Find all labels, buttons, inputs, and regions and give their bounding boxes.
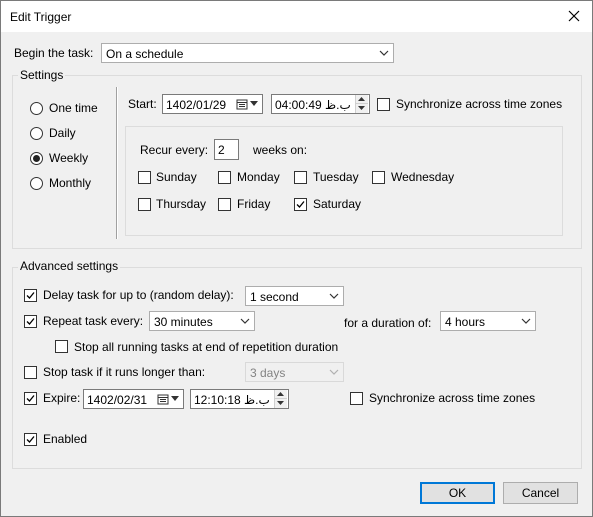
cancel-button[interactable]: Cancel	[503, 482, 578, 504]
enabled-checkbox[interactable]	[24, 433, 37, 446]
checkmark-icon	[296, 201, 305, 208]
close-button[interactable]	[560, 3, 588, 29]
checkmark-icon	[26, 292, 35, 299]
advanced-settings-label: Advanced settings	[18, 259, 121, 273]
start-label: Start:	[128, 97, 157, 111]
delay-value: 1 second	[250, 290, 299, 304]
recur-every-value: 2	[218, 143, 225, 157]
radio-monthly[interactable]	[30, 177, 43, 190]
edit-trigger-dialog: Edit Trigger Begin the task: On a schedu…	[0, 0, 593, 517]
repeat-label: Repeat task every:	[43, 314, 144, 328]
day-saturday-label: Saturday	[313, 197, 362, 211]
stop-longer-checkbox[interactable]	[24, 366, 37, 379]
day-saturday-checkbox[interactable]	[294, 198, 307, 211]
day-monday-checkbox[interactable]	[218, 171, 231, 184]
settings-divider-highlight	[117, 87, 118, 239]
radio-daily[interactable]	[30, 127, 43, 140]
ok-button[interactable]: OK	[420, 482, 495, 504]
enabled-label: Enabled	[43, 432, 88, 446]
title-bar: Edit Trigger	[1, 1, 592, 32]
start-time-value: 04:00:49 ب.ظ	[275, 98, 351, 112]
begin-task-label: Begin the task:	[14, 46, 94, 60]
radio-monthly-label: Monthly	[49, 176, 92, 190]
checkmark-icon	[26, 395, 35, 402]
checkmark-icon	[26, 436, 35, 443]
delay-label: Delay task for up to (random delay):	[43, 288, 234, 302]
spin-down-icon	[277, 401, 284, 405]
day-friday-label: Friday	[237, 197, 271, 211]
radio-daily-label: Daily	[49, 126, 76, 140]
day-sunday-label: Sunday	[156, 170, 197, 184]
expire-checkbox[interactable]	[24, 392, 37, 405]
chevron-down-icon	[521, 318, 531, 324]
begin-task-select[interactable]: On a schedule	[101, 43, 394, 63]
spin-down-icon	[358, 106, 365, 110]
spin-up-icon	[358, 97, 365, 101]
settings-group-label: Settings	[18, 68, 66, 82]
start-time-field[interactable]: 04:00:49 ب.ظ	[271, 94, 370, 114]
begin-task-value: On a schedule	[106, 47, 184, 61]
delay-checkbox[interactable]	[24, 289, 37, 302]
expire-sync-label: Synchronize across time zones	[369, 391, 536, 405]
stop-running-label: Stop all running tasks at end of repetit…	[74, 340, 339, 354]
recur-every-input[interactable]: 2	[214, 139, 239, 160]
stop-longer-label: Stop task if it runs longer than:	[43, 365, 206, 379]
spin-up-icon	[277, 392, 284, 396]
window-title: Edit Trigger	[10, 10, 72, 24]
close-icon	[568, 10, 580, 22]
start-sync-label: Synchronize across time zones	[396, 97, 563, 111]
expire-time-spinner[interactable]	[274, 390, 287, 408]
delay-select[interactable]: 1 second	[245, 286, 344, 306]
expire-date-value: 1402/02/31	[87, 393, 148, 407]
day-thursday-checkbox[interactable]	[138, 198, 151, 211]
duration-label: for a duration of:	[344, 316, 432, 330]
stop-longer-value: 3 days	[250, 366, 286, 380]
calendar-icon	[157, 394, 169, 405]
expire-time-field[interactable]: 12:10:18 ب.ظ	[190, 389, 289, 409]
date-dropdown-icon	[250, 101, 258, 106]
checkmark-icon	[26, 318, 35, 325]
start-time-spinner[interactable]	[355, 95, 368, 113]
repeat-value: 30 minutes	[154, 315, 213, 329]
expire-date-picker[interactable]: 1402/02/31	[83, 389, 184, 409]
day-tuesday-label: Tuesday	[313, 170, 359, 184]
day-monday-label: Monday	[237, 170, 280, 184]
day-sunday-checkbox[interactable]	[138, 171, 151, 184]
chevron-down-icon	[379, 50, 389, 56]
date-dropdown-icon	[171, 396, 179, 401]
expire-label: Expire:	[43, 391, 81, 405]
chevron-down-icon	[240, 318, 250, 324]
duration-select[interactable]: 4 hours	[440, 311, 536, 331]
start-date-picker[interactable]: 1402/01/29	[162, 94, 263, 114]
expire-time-value: 12:10:18 ب.ظ	[194, 393, 270, 407]
repeat-checkbox[interactable]	[24, 315, 37, 328]
radio-weekly-label: Weekly	[49, 151, 89, 165]
chevron-down-icon	[329, 293, 339, 299]
calendar-icon	[236, 99, 248, 110]
day-friday-checkbox[interactable]	[218, 198, 231, 211]
day-tuesday-checkbox[interactable]	[294, 171, 307, 184]
expire-sync-checkbox[interactable]	[350, 392, 363, 405]
recur-every-label: Recur every:	[140, 143, 209, 157]
radio-one-time[interactable]	[30, 102, 43, 115]
start-date-value: 1402/01/29	[166, 98, 227, 112]
day-wednesday-label: Wednesday	[391, 170, 455, 184]
radio-one-time-label: One time	[49, 101, 98, 115]
day-wednesday-checkbox[interactable]	[372, 171, 385, 184]
radio-weekly[interactable]	[30, 152, 43, 165]
weeks-on-label: weeks on:	[253, 143, 308, 157]
stop-longer-select: 3 days	[245, 362, 344, 382]
chevron-down-icon	[329, 369, 339, 375]
duration-value: 4 hours	[445, 315, 486, 329]
repeat-select[interactable]: 30 minutes	[149, 311, 255, 331]
stop-running-checkbox[interactable]	[55, 340, 68, 353]
start-sync-checkbox[interactable]	[377, 98, 390, 111]
day-thursday-label: Thursday	[156, 197, 207, 211]
